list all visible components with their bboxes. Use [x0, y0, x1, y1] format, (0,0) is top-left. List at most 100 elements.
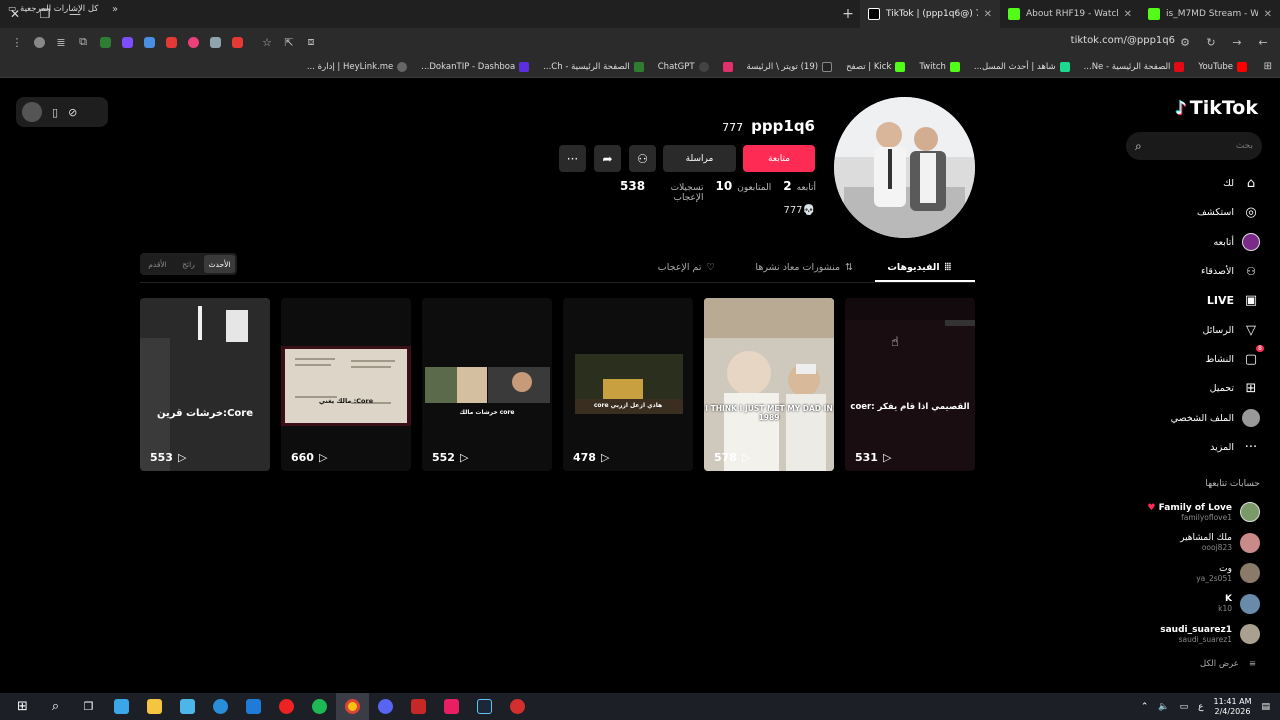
- bookmark-item[interactable]: الصفحة الرئيسية - Ch...: [536, 61, 651, 72]
- following-account[interactable]: K k10: [1128, 589, 1260, 620]
- stat-following[interactable]: أتابعه 2: [783, 179, 816, 193]
- video-card[interactable]: core خرشات مالك 552 ▷: [422, 298, 552, 471]
- mail-icon[interactable]: [237, 693, 270, 720]
- nav-friends[interactable]: ⚇ الأصدقاء: [1128, 257, 1260, 286]
- reading-list-icon[interactable]: ≣: [50, 31, 72, 53]
- app-icon[interactable]: [501, 693, 534, 720]
- bookmark-item[interactable]: ChatGPT: [651, 61, 716, 72]
- nav-explore[interactable]: ◎ استكشف: [1128, 198, 1260, 227]
- nav-more[interactable]: ··· المزيد: [1128, 433, 1260, 462]
- video-card[interactable]: Core: مالك يغني 660 ▷: [281, 298, 411, 471]
- profile-avatar-icon[interactable]: [28, 31, 50, 53]
- extensions-icon[interactable]: ⧉: [72, 31, 94, 53]
- bookmark-item[interactable]: Kick | تصفح: [839, 61, 912, 72]
- tab-close-icon[interactable]: ✕: [1264, 9, 1272, 20]
- menu-kebab-icon[interactable]: ⋮: [6, 31, 28, 53]
- tab-liked[interactable]: ♡ تم الإعجاب: [658, 253, 715, 281]
- clock[interactable]: 11:41 AM 2/4/2026: [1214, 697, 1252, 717]
- bookmark-item[interactable]: الصفحة الرئيسية - Ne...: [1077, 61, 1192, 72]
- extension-icon[interactable]: [182, 31, 204, 53]
- cast-icon[interactable]: ⧈: [300, 31, 322, 53]
- share-profile-icon[interactable]: ➦: [594, 145, 621, 172]
- edge-icon[interactable]: [204, 693, 237, 720]
- extension-icon[interactable]: [138, 31, 160, 53]
- sort-latest[interactable]: الأحدث: [204, 255, 235, 273]
- message-button[interactable]: مراسلة: [663, 145, 736, 172]
- video-card[interactable]: I THINK I JUST MET MY DAD IN 1989 578 ▷: [704, 298, 834, 471]
- bookmark-item[interactable]: YouTube: [1191, 61, 1254, 72]
- language-indicator[interactable]: ع: [1198, 702, 1203, 712]
- following-account[interactable]: ♥ Family of Love familyoflove1: [1128, 497, 1260, 528]
- nav-messages[interactable]: ▽ الرسائل: [1128, 315, 1260, 344]
- follow-button[interactable]: متابعة: [743, 145, 815, 172]
- browser-tab[interactable]: is_M7MD Stream - Watch Live o ✕: [1140, 0, 1280, 28]
- copilot-icon[interactable]: [105, 693, 138, 720]
- app-icon[interactable]: [402, 693, 435, 720]
- file-explorer-icon[interactable]: [138, 693, 171, 720]
- extension-icon[interactable]: [204, 31, 226, 53]
- video-card[interactable]: Core:خرشات قرين 553 ▷: [140, 298, 270, 471]
- sort-oldest[interactable]: الأقدم: [142, 255, 173, 273]
- video-card[interactable]: القصيمي اذا قام يفكر :coer 531 ▷: [845, 298, 975, 471]
- nav-activity[interactable]: ▢ 8 النشاط: [1128, 345, 1264, 374]
- bookmark-item[interactable]: شاهد | أحدث المسل...: [967, 61, 1077, 72]
- search-input[interactable]: بحث ⌕: [1126, 132, 1262, 160]
- following-account[interactable]: وت ya_2s051: [1128, 558, 1260, 589]
- search-icon[interactable]: ⌕: [1135, 139, 1142, 154]
- compass-small-icon[interactable]: ⊘: [68, 106, 77, 119]
- tiktok-logo[interactable]: ♪ TikTok: [1175, 97, 1258, 119]
- show-all-link[interactable]: ≡ عرض الكل: [1200, 659, 1256, 669]
- user-avatar[interactable]: [22, 102, 42, 122]
- tab-close-icon[interactable]: ✕: [984, 9, 992, 20]
- notifications-icon[interactable]: ▤: [1261, 702, 1270, 712]
- stat-followers[interactable]: المتابعون 10: [716, 179, 772, 193]
- nav-for-you[interactable]: ⌂ لك: [1128, 169, 1260, 198]
- bookmarks-overflow-icon[interactable]: »: [112, 4, 118, 15]
- new-tab-icon[interactable]: +: [836, 0, 860, 28]
- bookmark-item[interactable]: DokanTIP - Dashboa...: [414, 61, 536, 72]
- bookmark-star-icon[interactable]: ☆: [256, 31, 278, 53]
- device-icon[interactable]: ▯: [52, 106, 58, 119]
- chrome-icon[interactable]: [336, 693, 369, 720]
- more-options-icon[interactable]: ···: [559, 145, 586, 172]
- following-account[interactable]: saudi_suarez1 saudi_suarez1: [1128, 619, 1260, 650]
- profile-avatar-large[interactable]: [834, 97, 975, 238]
- extension-icon[interactable]: [160, 31, 182, 53]
- network-icon[interactable]: ▭: [1180, 702, 1189, 712]
- steam-icon[interactable]: [468, 693, 501, 720]
- browser-tab[interactable]: About RHF19 - Watch Live on K ✕: [1000, 0, 1140, 28]
- extension-icon[interactable]: [94, 31, 116, 53]
- tab-close-icon[interactable]: ✕: [1124, 9, 1132, 20]
- nav-upload[interactable]: ⊞ تحميل: [1128, 374, 1260, 403]
- following-account[interactable]: ملك المشاهير oooj823: [1128, 528, 1260, 559]
- store-icon[interactable]: [171, 693, 204, 720]
- adblock-icon[interactable]: [226, 31, 248, 53]
- nav-live[interactable]: ▣ LIVE: [1128, 286, 1260, 315]
- nav-following[interactable]: أتابعه: [1128, 228, 1260, 257]
- discord-icon[interactable]: [369, 693, 402, 720]
- browser-tab-active[interactable]: TikTok | (ppp1q6@) 777(8) ✕: [860, 0, 1000, 28]
- task-view-icon[interactable]: ❐: [72, 693, 105, 720]
- volume-icon[interactable]: 🔈: [1158, 702, 1169, 712]
- extension-icon[interactable]: [116, 31, 138, 53]
- url-text[interactable]: tiktok.com/@ppp1q6: [1071, 35, 1175, 46]
- tab-videos[interactable]: ⦙⦙⦙ الفيديوهات: [887, 253, 951, 281]
- forward-icon[interactable]: →: [1226, 31, 1248, 53]
- bookmark-item[interactable]: Twitch: [912, 61, 967, 72]
- share-icon[interactable]: ⇱: [278, 31, 300, 53]
- site-settings-icon[interactable]: ⚙: [1174, 31, 1196, 53]
- video-card[interactable]: هادي ازعل ازربي core 478 ▷: [563, 298, 693, 471]
- tray-chevron-icon[interactable]: ⌃: [1141, 702, 1149, 712]
- search-icon[interactable]: ⌕: [39, 693, 72, 720]
- app-icon[interactable]: [435, 693, 468, 720]
- opera-icon[interactable]: [270, 693, 303, 720]
- spotify-icon[interactable]: [303, 693, 336, 720]
- reload-icon[interactable]: ↻: [1200, 31, 1222, 53]
- sort-popular[interactable]: رائج: [173, 255, 204, 273]
- start-button-icon[interactable]: ⊞: [6, 693, 39, 720]
- bookmark-item[interactable]: [716, 61, 740, 72]
- apps-grid-icon[interactable]: ⊞: [1254, 61, 1272, 72]
- nav-profile[interactable]: الملف الشخصي: [1128, 403, 1260, 432]
- bookmark-item[interactable]: HeyLink.me | إدارة ...: [300, 61, 414, 72]
- bookmark-item[interactable]: (19) تويتر \ الرئيسة: [740, 61, 840, 72]
